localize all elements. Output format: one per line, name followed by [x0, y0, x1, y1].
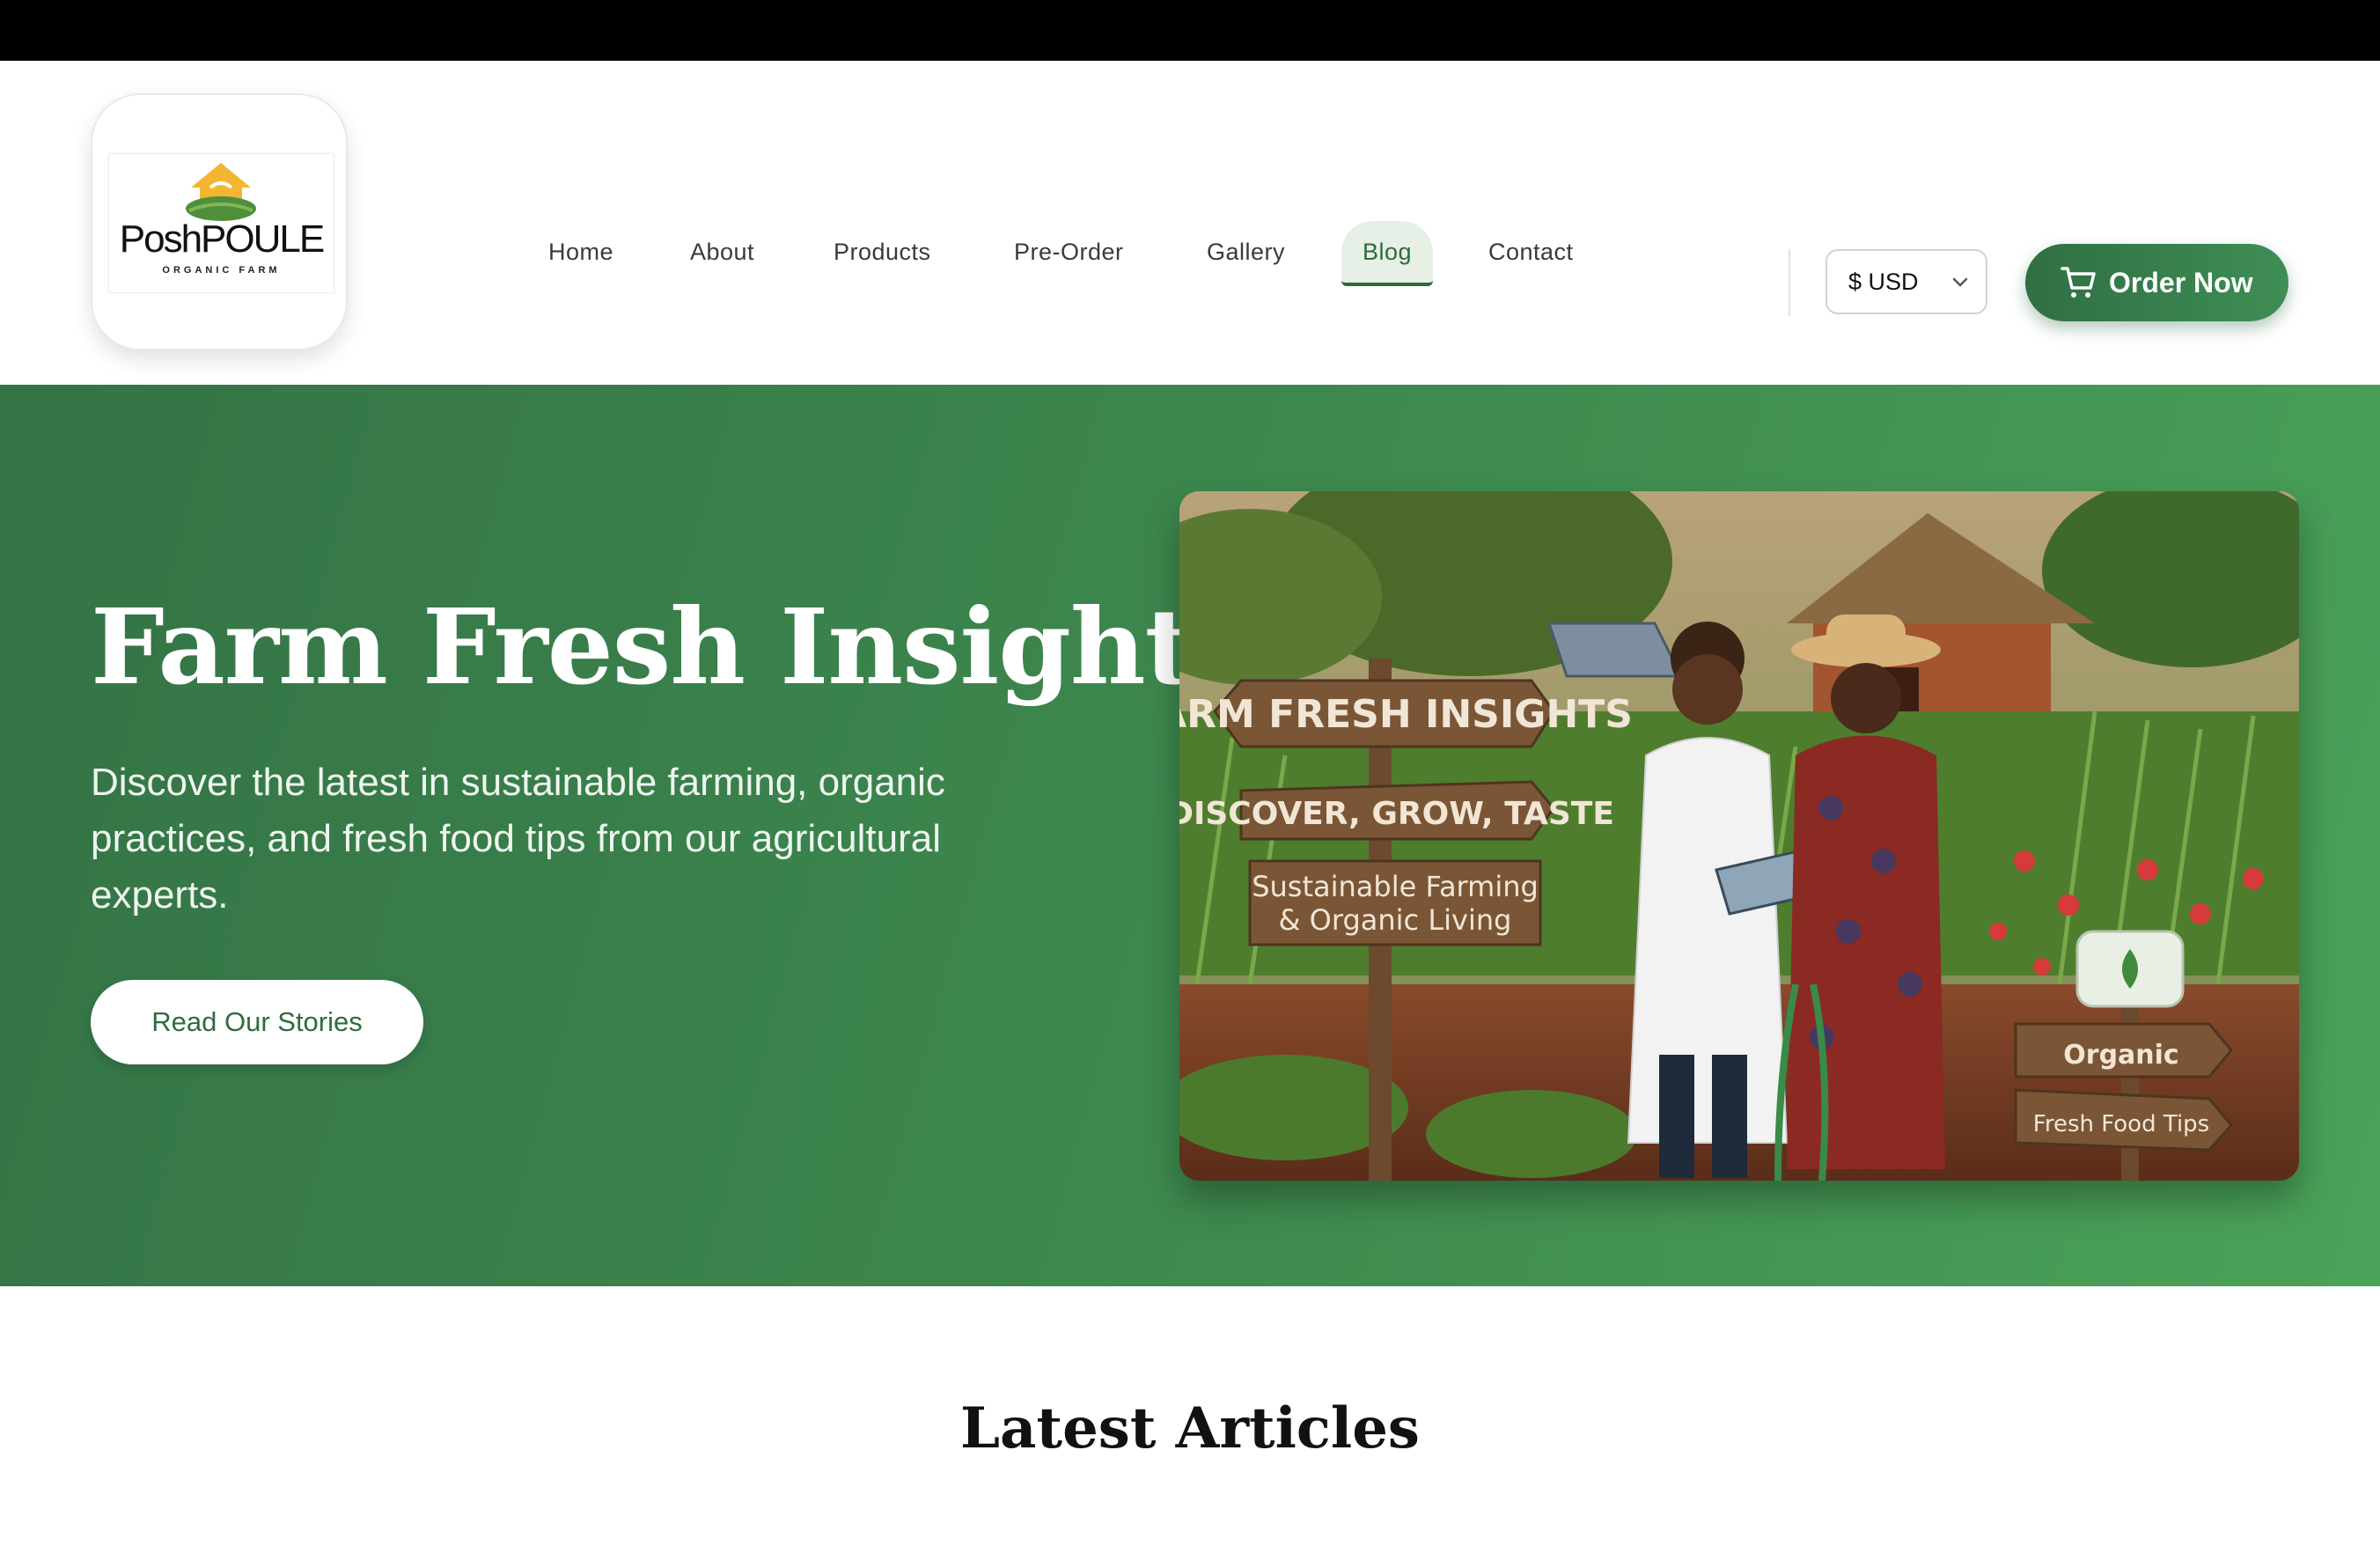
nav-products[interactable]: Products: [834, 221, 931, 283]
browser-top-bar: [0, 0, 2380, 61]
read-stories-label: Read Our Stories: [151, 1006, 363, 1037]
sign-farm-fresh-insights: FARM FRESH INSIGHTS: [1179, 692, 1633, 737]
nav-blog[interactable]: Blog: [1341, 221, 1434, 286]
hero-subtitle: Discover the latest in sustainable farmi…: [91, 761, 945, 917]
hero-section: Farm Fresh Insights Discover the latest …: [0, 385, 2380, 1286]
chevron-down-icon: [1952, 277, 1968, 287]
farm-house-icon: [186, 163, 256, 221]
order-now-button[interactable]: Order Now: [2025, 244, 2288, 321]
logo: PoshPOULE ORGANIC FARM: [108, 153, 334, 293]
logo-wordmark: PoshPOULE: [119, 217, 325, 261]
hero-image: FARM FRESH INSIGHTS DISCOVER, GROW, TAST…: [1179, 491, 2299, 1181]
sign-sustainable-farming: Sustainable Farming: [1252, 870, 1539, 903]
currency-select[interactable]: $ USD: [1825, 249, 1987, 314]
hero-title: Farm Fresh Insights: [91, 585, 1251, 708]
sign-organic-living: & Organic Living: [1279, 903, 1512, 937]
nav-about[interactable]: About: [690, 221, 754, 283]
site-header: PoshPOULE ORGANIC FARM Home About Produc…: [0, 61, 2380, 385]
nav-pre-order[interactable]: Pre-Order: [1014, 221, 1124, 283]
logo-tagline: ORGANIC FARM: [162, 265, 281, 276]
nav-home[interactable]: Home: [548, 221, 613, 283]
farm-scene-illustration: FARM FRESH INSIGHTS DISCOVER, GROW, TAST…: [1179, 491, 2299, 1181]
latest-articles-heading: Latest Articles: [960, 1395, 1420, 1461]
logo-link[interactable]: PoshPOULE ORGANIC FARM: [91, 93, 348, 350]
sign-fresh-food-tips: Fresh Food Tips: [2033, 1111, 2209, 1137]
cart-icon: [2060, 267, 2096, 298]
sign-discover-grow-taste: DISCOVER, GROW, TASTE: [1179, 796, 1614, 832]
nav-contact[interactable]: Contact: [1488, 221, 1574, 283]
nav-gallery[interactable]: Gallery: [1207, 221, 1285, 283]
currency-value: $ USD: [1848, 269, 1919, 295]
sign-organic: Organic: [2063, 1040, 2178, 1071]
read-stories-button[interactable]: Read Our Stories: [91, 980, 423, 1064]
nav-divider: [1789, 249, 1790, 316]
order-now-label: Order Now: [2109, 267, 2253, 298]
